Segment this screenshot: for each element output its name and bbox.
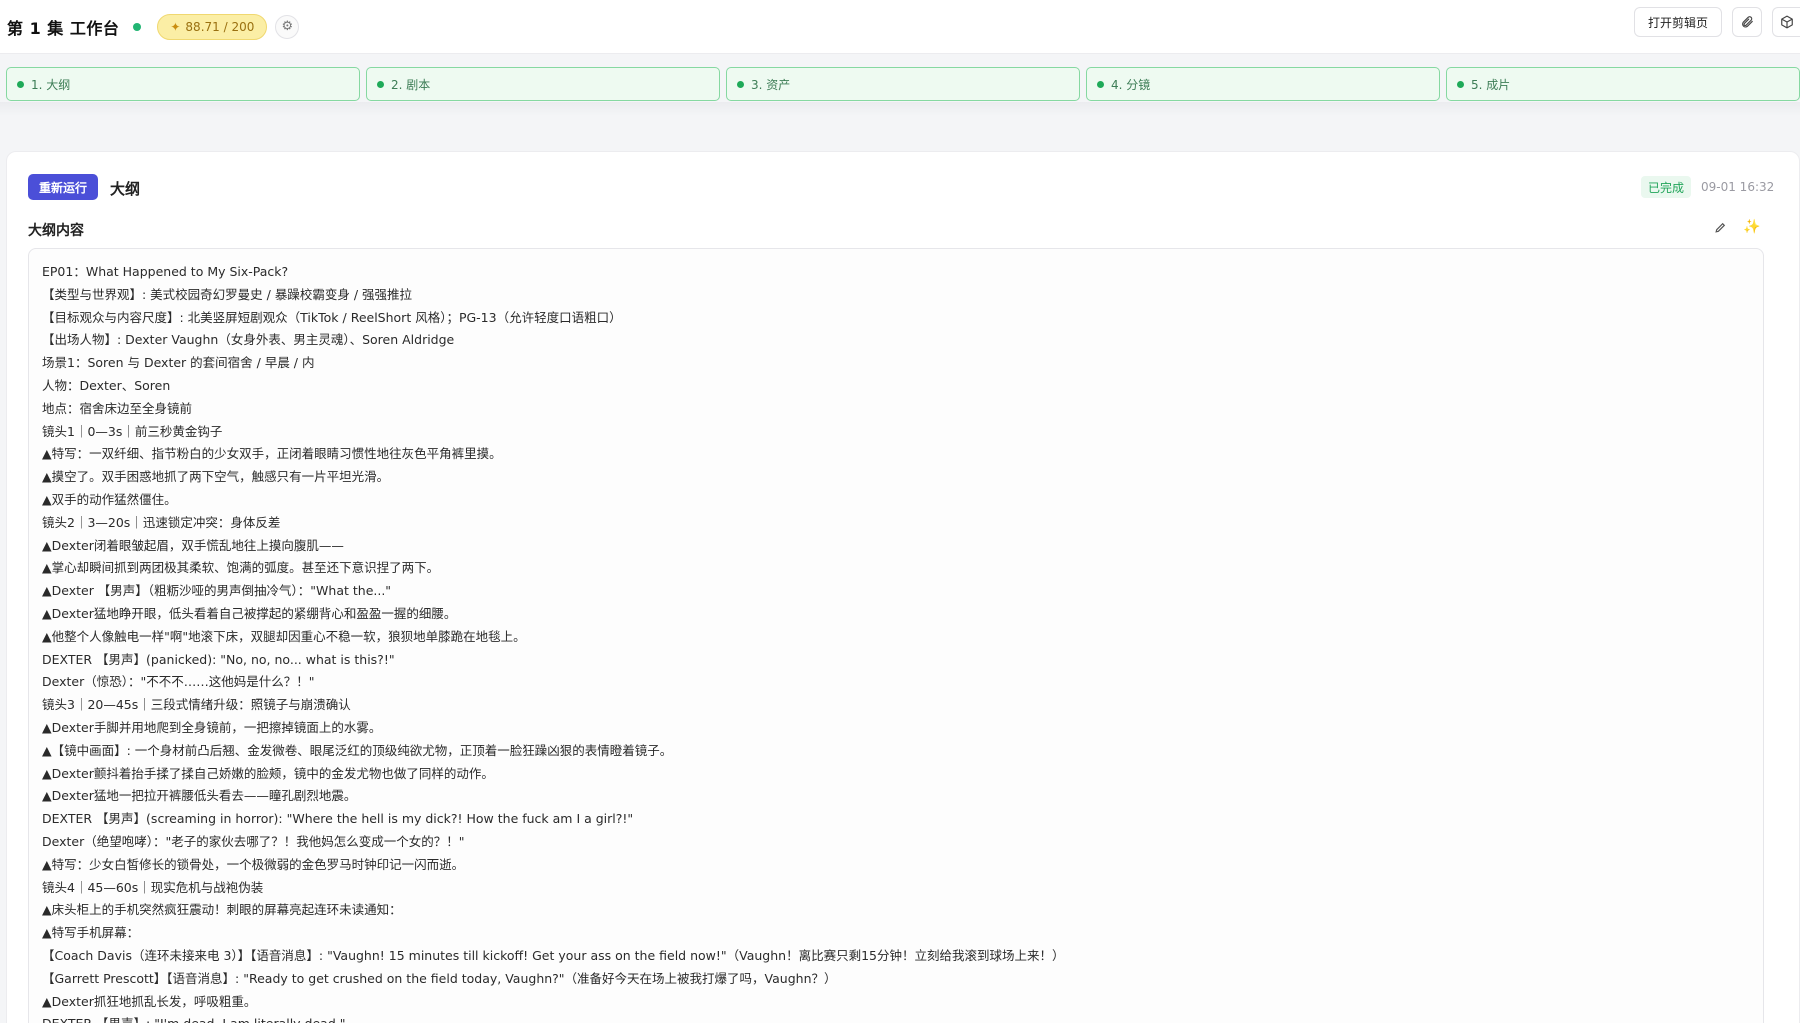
divider <box>0 102 1800 116</box>
step-status-dot <box>17 80 24 88</box>
ai-sparkle-icon[interactable]: ✨ <box>1743 218 1761 236</box>
step-status-dot <box>377 80 384 88</box>
settings-button[interactable]: ⚙ <box>275 14 300 39</box>
tab-storyboard[interactable]: 4. 分镜 <box>1086 67 1440 101</box>
online-status-dot <box>133 22 142 31</box>
step-status-dot <box>1457 80 1464 88</box>
step-label: 4. 分镜 <box>1111 77 1151 92</box>
top-header: 第 1 集 工作台 ✦ 88.71 / 200 ⚙ 打开剪辑页 <box>0 0 1800 54</box>
outline-line: ▲Dexter手脚并用地爬到全身镜前，一把擦掉镜面上的水雾。 <box>42 719 382 735</box>
outline-line: 地点：宿舍床边至全身镜前 <box>42 400 193 416</box>
outline-content[interactable]: EP01：What Happened to My Six-Pack? 【类型与世界… <box>28 248 1764 1023</box>
outline-line: ▲Dexter颤抖着抬手揉了揉自己娇嫩的脸颊，镜中的金发尤物也做了同样的动作。 <box>42 765 494 781</box>
step-tabs: 1. 大纲 2. 剧本 3. 资产 4. 分镜 5. 成片 <box>6 67 1800 101</box>
outline-line: ▲掌心却瞬间抓到两团极其柔软、饱满的弧度。甚至还下意识捏了两下。 <box>42 560 440 576</box>
edit-icon[interactable] <box>1711 218 1729 236</box>
outline-line: 镜头3｜20—45s｜三段式情绪升级：照镜子与崩溃确认 <box>42 697 351 713</box>
page-title: 第 1 集 工作台 <box>7 18 120 38</box>
section-title: 大纲 <box>110 180 141 198</box>
outline-line: DEXTER 【男声】: "I'm dead. I am literally d… <box>42 1013 1763 1023</box>
step-label: 2. 剧本 <box>391 77 431 92</box>
sparkle-icon: ✦ <box>170 19 181 34</box>
outline-line: ▲Dexter猛地一把拉开裤腰低头看去——瞳孔剧烈地震。 <box>42 788 357 804</box>
package-button[interactable] <box>1772 7 1800 37</box>
outline-line: DEXTER 【男声】(panicked): "No, no, no... wh… <box>42 651 395 667</box>
outline-line: 镜头4｜45—60s｜现实危机与战袍伪装 <box>42 879 264 895</box>
outline-line: ▲双手的动作猛然僵住。 <box>42 491 177 507</box>
paperclip-icon <box>1742 16 1753 28</box>
step-status-dot <box>737 80 744 88</box>
outline-line: 镜头1｜0—3s｜前三秒黄金钩子 <box>42 423 223 439</box>
outline-line: ▲特写手机屏幕： <box>42 925 140 941</box>
outline-line: ▲特写：少女白皙修长的锁骨处，一个极微弱的金色罗马时钟印记一闪而逝。 <box>42 856 465 872</box>
header-actions: 打开剪辑页 <box>1633 0 1800 44</box>
rerun-button[interactable]: 重新运行 <box>28 174 99 200</box>
open-editor-button[interactable]: 打开剪辑页 <box>1633 7 1722 37</box>
tab-script[interactable]: 2. 剧本 <box>366 67 720 101</box>
outline-line: 镜头2｜3—20s｜迅速锁定冲突：身体反差 <box>42 514 281 530</box>
outline-line: 人物：Dexter、Soren <box>42 377 171 393</box>
box-icon <box>1780 15 1793 29</box>
outline-line: ▲Dexter闭着眼皱起眉，双手慌乱地往上摸向腹肌—— <box>42 537 344 553</box>
outline-text: EP01：What Happened to My Six-Pack? 【类型与世界… <box>29 249 1763 1023</box>
outline-line: 【Garrett Prescott】【语音消息】: "Ready to get … <box>42 970 837 986</box>
outline-line: Dexter（绝望咆哮）："老子的家伙去哪了？！我他妈怎么变成一个女的？！" <box>42 833 465 849</box>
outline-line: ▲Dexter 【男声】（粗粝沙哑的男声倒抽冷气）："What the..." <box>42 583 392 599</box>
step-label: 5. 成片 <box>1471 77 1511 92</box>
outline-line: ▲Dexter猛地睁开眼，低头看着自己被撑起的紧绷背心和盈盈一握的细腰。 <box>42 605 457 621</box>
tab-assets[interactable]: 3. 资产 <box>726 67 1080 101</box>
content-label: 大纲内容 <box>28 223 84 239</box>
credits-badge[interactable]: ✦ 88.71 / 200 <box>157 13 268 40</box>
outline-line: DEXTER 【男声】(screaming in horror): "Where… <box>42 811 634 827</box>
outline-line: 【目标观众与内容尺度】: 北美竖屏短剧观众（TikTok / ReelShort… <box>42 309 622 325</box>
outline-line: 【类型与世界观】: 美式校园奇幻罗曼史 / 暴躁校霸变身 / 强强推拉 <box>42 286 413 302</box>
tab-final-video[interactable]: 5. 成片 <box>1446 67 1800 101</box>
outline-line: ▲Dexter抓狂地抓乱长发，呼吸粗重。 <box>42 993 257 1009</box>
outline-line: 场景1：Soren 与 Dexter 的套间宿舍 / 早晨 / 内 <box>42 355 315 371</box>
settings-icon: ⚙ <box>281 19 294 34</box>
outline-line: ▲【镜中画面】: 一个身材前凸后翘、金发微卷、眼尾泛红的顶级纯欲尤物，正顶着一脸… <box>42 742 673 758</box>
outline-line: EP01：What Happened to My Six-Pack? <box>42 264 289 279</box>
tab-outline[interactable]: 1. 大纲 <box>6 67 360 101</box>
outline-line: ▲床头柜上的手机突然疯狂震动！刺眼的屏幕亮起连环未读通知： <box>42 902 402 918</box>
outline-line: ▲特写：一双纤细、指节粉白的少女双手，正闭着眼睛习惯性地往灰色平角裤里摸。 <box>42 446 502 462</box>
outline-line: ▲他整个人像触电一样"啊"地滚下床，双腿却因重心不稳一软，狼狈地单膝跪在地毯上。 <box>42 628 526 644</box>
outline-card: 重新运行 大纲 已完成 09-01 16:32 大纲内容 ✨ EP01：What… <box>6 151 1800 1023</box>
step-label: 3. 资产 <box>751 77 791 92</box>
outline-line: Dexter（惊恐）："不不不……这他妈是什么？！" <box>42 674 315 690</box>
outline-line: 【Coach Davis（连环未接来电 3）】【语音消息】: "Vaughn! … <box>42 947 1065 963</box>
step-label: 1. 大纲 <box>31 77 71 92</box>
outline-line: 【出场人物】: Dexter Vaughn（女身外表、男主灵魂）、Soren A… <box>42 332 455 348</box>
step-status-dot <box>1097 80 1104 88</box>
timestamp: 09-01 16:32 <box>1701 180 1775 194</box>
credits-value: 88.71 / 200 <box>185 19 255 34</box>
attachment-button[interactable] <box>1732 7 1762 37</box>
outline-line: ▲摸空了。双手困惑地抓了两下空气，触感只有一片平坦光滑。 <box>42 469 390 485</box>
status-badge: 已完成 <box>1641 176 1692 198</box>
